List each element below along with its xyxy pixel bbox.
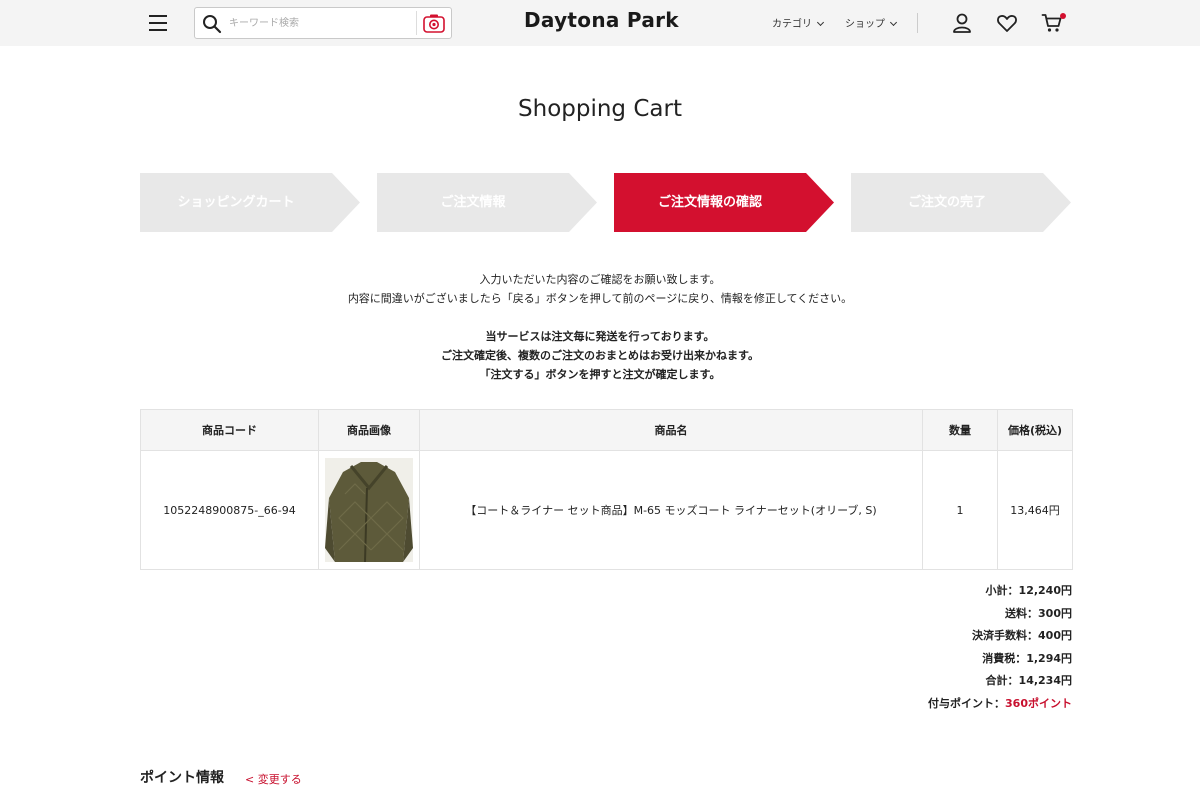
grand-total: 合計：14,234円 xyxy=(985,674,1072,688)
product-image[interactable] xyxy=(325,458,413,562)
heart-icon[interactable] xyxy=(996,12,1018,34)
change-points-link[interactable]: < 変更する xyxy=(245,771,302,787)
points-section-title: ポイント情報 xyxy=(140,770,224,786)
points-earned: 付与ポイント：360ポイント xyxy=(928,693,1072,716)
table-header-row: 商品コード 商品画像 商品名 数量 価格(税込) xyxy=(140,409,1073,451)
search-icon[interactable] xyxy=(202,14,222,34)
order-items-table: 商品コード 商品画像 商品名 数量 価格(税込) 1052248900875-_… xyxy=(140,409,1073,570)
nav-shop-label: ショップ xyxy=(845,19,885,30)
chevron-down-icon xyxy=(816,18,825,27)
chevron-down-icon xyxy=(889,18,898,27)
cart-badge-dot xyxy=(1060,13,1066,19)
hamburger-menu-icon[interactable] xyxy=(149,14,169,32)
notice-line: 入力いただいた内容のご確認をお願い致します。 xyxy=(479,273,721,286)
payment-fee: 決済手数料：400円 xyxy=(972,629,1072,643)
product-price: 13,464円 xyxy=(997,450,1073,570)
step-label: ご注文情報 xyxy=(440,195,506,210)
product-code: 1052248900875-_66-94 xyxy=(140,450,319,570)
nav-shop[interactable]: ショップ xyxy=(845,15,898,30)
consumption-tax: 消費税：1,294円 xyxy=(982,651,1072,665)
points-earned-value: 360ポイント xyxy=(1005,696,1072,710)
col-header-qty: 数量 xyxy=(922,409,998,451)
site-header: Daytona Park カテゴリ ショップ xyxy=(0,0,1200,46)
user-icon[interactable] xyxy=(951,12,973,34)
product-image-cell xyxy=(318,450,420,570)
step-label: ご注文の完了 xyxy=(907,195,986,210)
col-header-code: 商品コード xyxy=(140,409,319,451)
product-name[interactable]: 【コート＆ライナー セット商品】M-65 モッズコート ライナーセット(オリーブ… xyxy=(419,450,923,570)
subtotal: 小計：12,240円 xyxy=(985,584,1072,597)
order-totals: 小計：12,240円 送料：300円 決済手数料：400円 消費税：1,294円… xyxy=(928,580,1072,716)
col-header-price: 価格(税込) xyxy=(997,409,1073,451)
site-logo[interactable]: Daytona Park xyxy=(524,8,679,32)
notice-bold-line: 当サービスは注文毎に発送を行っております。 xyxy=(485,330,715,343)
search-input[interactable] xyxy=(229,12,409,34)
points-earned-label: 付与ポイント： xyxy=(928,696,1006,710)
search-divider xyxy=(416,11,417,35)
col-header-image: 商品画像 xyxy=(318,409,420,451)
notice-line: 内容に間違いがございましたら「戻る」ボタンを押して前のページに戻り、情報を修正し… xyxy=(347,292,853,305)
page-title: Shopping Cart xyxy=(518,96,682,122)
nav-divider xyxy=(917,13,918,33)
notice-bold-line: ご注文確定後、複数のご注文のおまとめはお受け出来かねます。 xyxy=(441,349,759,362)
nav-category-label: カテゴリ xyxy=(772,19,812,30)
camera-search-icon[interactable] xyxy=(423,13,445,33)
table-row: 1052248900875-_66-94 【コート＆ライナー セット商品】M-6… xyxy=(140,450,1073,570)
step-label: ご注文情報の確認 xyxy=(657,195,762,210)
search-box xyxy=(194,7,452,39)
col-header-name: 商品名 xyxy=(419,409,923,451)
notice-bold-line: 「注文する」ボタンを押すと注文が確定します。 xyxy=(479,368,721,381)
nav-category[interactable]: カテゴリ xyxy=(772,15,825,30)
product-qty: 1 xyxy=(922,450,998,570)
step-label: ショッピングカート xyxy=(177,195,295,210)
shipping-fee: 送料：300円 xyxy=(1005,606,1072,620)
